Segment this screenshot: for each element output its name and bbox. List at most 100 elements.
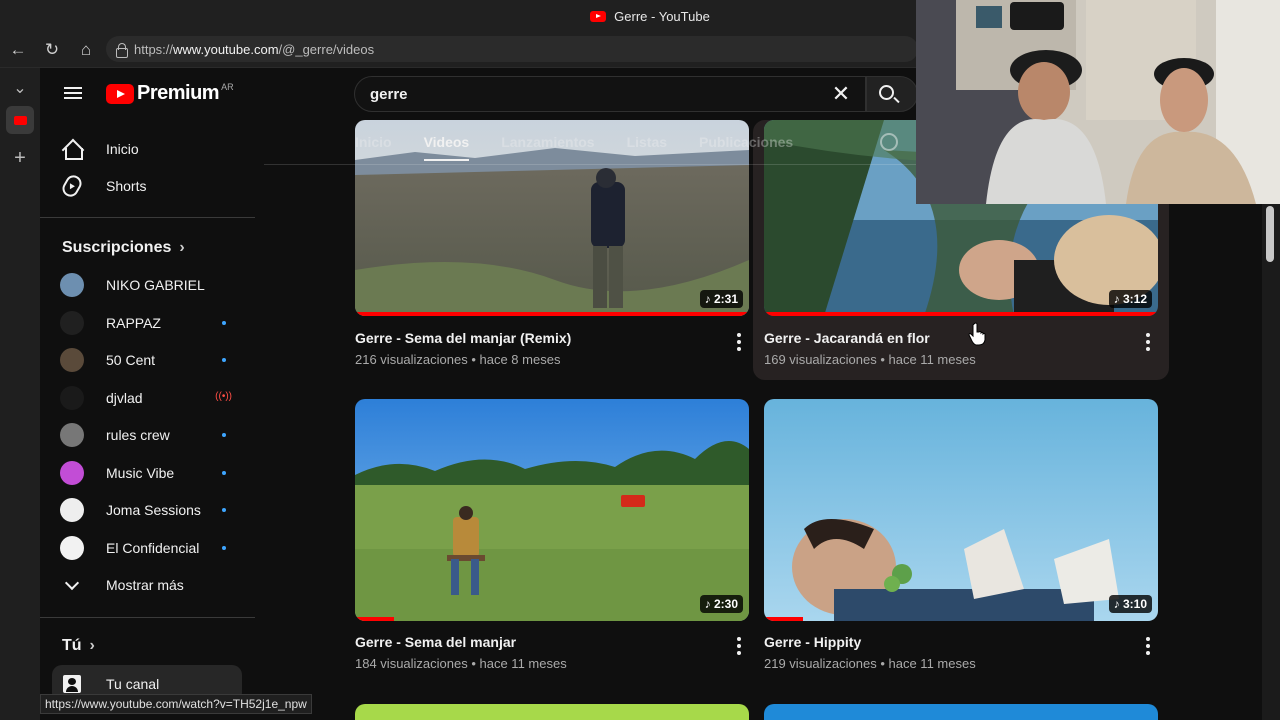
- new-tab-plus-icon[interactable]: +: [6, 144, 34, 172]
- more-options-icon[interactable]: [737, 637, 741, 655]
- chevron-right-icon: ›: [179, 239, 185, 256]
- home-icon: [62, 140, 83, 160]
- tabs-divider: [264, 164, 924, 165]
- video-title[interactable]: Gerre - Hippity: [764, 634, 861, 650]
- video-thumbnail[interactable]: ♪ 2:30: [355, 399, 749, 621]
- sidebar-item-label: Inicio: [106, 141, 139, 157]
- video-thumbnail[interactable]: ♪ 3:10: [764, 399, 1158, 621]
- subscription-name: 50 Cent: [106, 352, 156, 368]
- sidebar-subscription-item[interactable]: djvlad ((•)): [52, 379, 242, 417]
- thumbnail-image: [355, 399, 749, 621]
- new-content-dot-icon: [222, 508, 226, 512]
- more-options-icon[interactable]: [1146, 637, 1150, 655]
- chevron-down-icon: [64, 575, 80, 591]
- youtube-premium-logo[interactable]: Premium AR: [106, 82, 234, 105]
- channel-tab[interactable]: Listas: [627, 134, 667, 150]
- more-options-icon[interactable]: [1146, 333, 1150, 351]
- sidebar-subscription-item[interactable]: RAPPAZ: [52, 304, 242, 342]
- window-title-text: Gerre - YouTube: [614, 8, 710, 24]
- watch-progress-bar: [355, 312, 749, 316]
- lock-icon: [114, 42, 128, 58]
- video-meta: 169 visualizaciones • hace 11 meses: [764, 352, 976, 367]
- chevron-right-icon: ›: [89, 637, 95, 654]
- youtube-favicon-icon: [590, 10, 607, 22]
- webcam-overlay: [916, 0, 1280, 204]
- live-icon: ((•)): [215, 390, 232, 402]
- show-more-label: Mostrar más: [106, 577, 184, 593]
- new-content-dot-icon: [222, 470, 226, 475]
- you-heading-label: Tú: [62, 637, 82, 654]
- video-thumbnail[interactable]: [355, 704, 749, 720]
- home-button-icon[interactable]: ⌂: [74, 38, 98, 62]
- sidebar-subscription-item[interactable]: rules crew: [52, 416, 242, 454]
- new-content-dot-icon: [222, 433, 226, 437]
- duration-badge: ♪ 3:10: [1108, 595, 1152, 613]
- channel-avatar: [60, 385, 84, 410]
- channel-tab[interactable]: Videos: [423, 134, 469, 161]
- subscription-name: El Confidencial: [106, 539, 200, 556]
- sidebar-subscription-item[interactable]: 50 Cent: [52, 341, 242, 379]
- url-host: www.youtube.com: [173, 41, 279, 57]
- watch-progress-bar: [764, 312, 1158, 316]
- back-arrow-icon[interactable]: ←: [6, 38, 30, 62]
- subscription-name: NIKO GABRIEL: [106, 277, 205, 293]
- channel-tabs: Inicio Videos Lanzamientos Listas Publicacio…: [355, 120, 915, 164]
- video-title[interactable]: Gerre - Sema del manjar (Remix): [355, 330, 571, 346]
- sidebar-subscription-item[interactable]: NIKO GABRIEL: [52, 266, 242, 304]
- tab-youtube[interactable]: [6, 106, 34, 134]
- logo-text: Premium: [137, 82, 220, 104]
- channel-search-icon[interactable]: [880, 133, 898, 151]
- shorts-icon: [59, 172, 85, 200]
- video-meta: 219 visualizaciones • hace 11 meses: [764, 656, 976, 671]
- channel-avatar: [60, 273, 84, 297]
- channel-avatar: [60, 310, 84, 335]
- you-heading[interactable]: Tú ›: [62, 637, 95, 655]
- video-title[interactable]: Gerre - Jacarandá en flor: [764, 330, 930, 346]
- search-input[interactable]: gerre: [354, 76, 866, 112]
- video-thumbnail[interactable]: [764, 704, 1158, 720]
- subscription-name: Joma Sessions: [106, 502, 201, 518]
- channel-avatar: [60, 460, 84, 485]
- sidebar-show-more[interactable]: Mostrar más: [52, 566, 242, 604]
- hand-cursor-icon: [968, 322, 986, 346]
- video-meta: 184 visualizaciones • hace 11 meses: [355, 656, 567, 671]
- clear-search-icon[interactable]: ✕: [826, 80, 856, 108]
- channel-tab[interactable]: Inicio: [355, 134, 392, 150]
- channel-avatar: [60, 423, 84, 447]
- sidebar-item-shorts[interactable]: Shorts: [52, 167, 242, 205]
- url-input[interactable]: https://www.youtube.com/@_gerre/videos: [106, 36, 918, 62]
- logo-region: AR: [221, 81, 234, 92]
- sidebar-item-label: Shorts: [106, 178, 147, 194]
- link-status-bar: https://www.youtube.com/watch?v=TH52j1e_…: [40, 694, 312, 714]
- channel-tab[interactable]: Lanzamientos: [501, 134, 594, 150]
- sidebar-divider: [40, 617, 255, 618]
- subscription-name: RAPPAZ: [106, 314, 161, 331]
- scrollbar-thumb[interactable]: [1266, 206, 1274, 262]
- sidebar-subscription-item[interactable]: Music Vibe: [52, 454, 242, 492]
- channel-avatar: [60, 348, 84, 372]
- duration-badge: ♪ 2:31: [699, 290, 743, 308]
- url-prefix: https://: [134, 41, 174, 57]
- sidebar-subscription-item[interactable]: El Confidencial: [52, 529, 242, 567]
- channel-avatar: [60, 535, 84, 560]
- menu-icon[interactable]: [64, 84, 82, 102]
- subscription-name: rules crew: [106, 427, 170, 443]
- subscription-name: Music Vibe: [106, 464, 175, 481]
- new-content-dot-icon: [222, 320, 226, 325]
- more-options-icon[interactable]: [737, 333, 741, 351]
- video-meta: 216 visualizaciones • hace 8 meses: [355, 352, 561, 367]
- sidebar-item-label: Tu canal: [106, 676, 160, 692]
- watch-progress-bar: [355, 617, 395, 621]
- reload-icon[interactable]: ↻: [40, 38, 64, 62]
- duration-badge: ♪ 3:12: [1108, 290, 1152, 308]
- search-button[interactable]: [866, 76, 918, 112]
- tab-list-chevron-icon[interactable]: ⌄: [6, 74, 34, 102]
- channel-tab[interactable]: Publicaciones: [699, 134, 793, 150]
- webcam-image: [916, 0, 1280, 204]
- sidebar-subscription-item[interactable]: Joma Sessions: [52, 491, 242, 529]
- video-title[interactable]: Gerre - Sema del manjar: [355, 634, 516, 650]
- subscriptions-heading[interactable]: Suscripciones ›: [62, 239, 185, 257]
- user-channel-icon: [63, 675, 81, 693]
- sidebar-item-home[interactable]: Inicio: [52, 130, 242, 168]
- scrollbar[interactable]: [1262, 204, 1280, 720]
